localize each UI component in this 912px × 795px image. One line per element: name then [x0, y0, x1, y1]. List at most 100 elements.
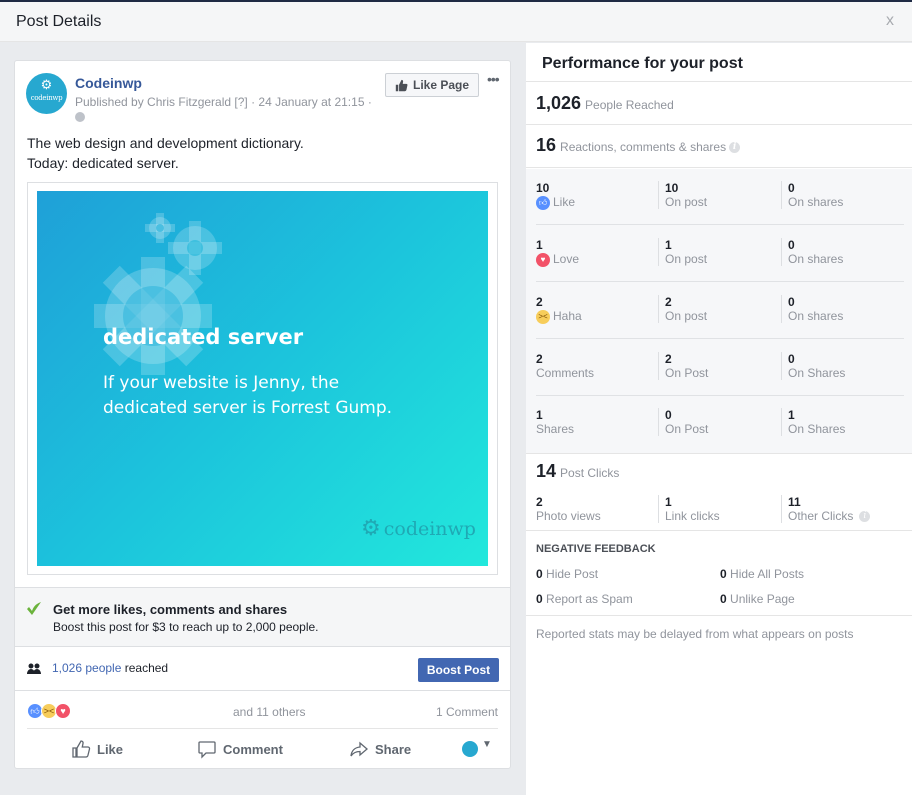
more-options-icon[interactable]: ••• [487, 71, 500, 87]
close-button[interactable]: x [886, 12, 894, 30]
info-icon[interactable]: i [859, 511, 871, 522]
stat-label: Haha [553, 309, 582, 323]
stat-value: 1 [665, 238, 672, 252]
post-text-line: Today: dedicated server. [27, 155, 179, 171]
comment-button[interactable]: Comment [197, 739, 283, 759]
comment-count-link[interactable]: 1 Comment [436, 705, 498, 719]
hide-post-stat: 0 Hide Post [536, 567, 598, 581]
stat-value: 0 [720, 567, 727, 581]
stat-label: Other Clicks [788, 509, 854, 523]
stat-label: On post [665, 309, 708, 323]
performance-title: Performance for your post [542, 55, 743, 72]
post-card: ⚙ codeinwp Codeinwp Published by Chris F… [14, 60, 511, 769]
people-reached-label: People Reached [585, 98, 674, 112]
page-name-link[interactable]: Codeinwp [75, 75, 142, 91]
post-clicks-stat: 14 Post Clicks [536, 461, 619, 482]
globe-icon [75, 112, 85, 122]
like-reaction-icon: 👍︎ [536, 195, 550, 210]
like-button[interactable]: Like [71, 739, 123, 759]
love-on-post: 1 On post [658, 238, 707, 266]
chevron-down-icon[interactable]: ▼ [482, 739, 492, 750]
divider [526, 530, 912, 531]
photo-views: 2 Photo views [536, 495, 601, 523]
post-clicks-value: 14 [536, 461, 557, 481]
share-button[interactable]: Share [349, 739, 411, 759]
gear-icon: ⚙ [40, 78, 53, 93]
like-page-button[interactable]: Like Page [385, 73, 479, 97]
divider [526, 167, 912, 168]
gear-icon: ⚙ [361, 516, 381, 541]
post-clicks-label: Post Clicks [560, 466, 620, 480]
reactions-summary: 👍︎ >< ♥ and 11 others 1 Comment [27, 699, 498, 729]
comment-label: Comment [223, 741, 283, 757]
stat-value: 0 [788, 238, 795, 252]
comments-on-post: 2 On Post [658, 352, 708, 380]
stat-value: 2 [536, 295, 543, 309]
stat-value: 0 [788, 352, 795, 366]
stat-value: 0 [665, 408, 672, 422]
reaction-icons[interactable]: 👍︎ >< ♥ [27, 703, 71, 719]
stat-value: 0 [788, 181, 795, 195]
stat-value: 2 [536, 352, 543, 366]
post-text: The web design and development dictionar… [27, 133, 304, 173]
link-clicks: 1 Link clicks [658, 495, 720, 523]
engagement-breakdown: 10 👍︎ Like 10 On post 0 On shares 1 ♥ Love… [526, 169, 912, 453]
stat-value: 1 [536, 238, 543, 252]
boost-title: Get more likes, comments and shares [53, 602, 288, 617]
stat-label: Love [553, 252, 580, 266]
image-caption-line: dedicated server is Forrest Gump. [103, 398, 393, 418]
dialog-title: Post Details [16, 13, 102, 30]
post-actions: Like Comment Share ▼ [27, 731, 498, 767]
stat-label: On Shares [788, 366, 846, 380]
post-meta: Published by Chris Fitzgerald [?] · 24 J… [75, 95, 372, 109]
haha-reaction-icon: >< [536, 309, 550, 324]
breakdown-row-comments: 2 Comments 2 On Post 0 On Shares [536, 340, 904, 396]
love-on-shares: 0 On shares [781, 238, 843, 266]
stat-value: 0 [536, 567, 543, 581]
stat-label: Link clicks [665, 509, 720, 523]
performance-panel: Performance for your post 1,026 People Re… [526, 43, 912, 795]
checkmark-leaf-icon [27, 602, 41, 615]
hide-all-posts-stat: 0 Hide All Posts [720, 567, 804, 581]
like-total: 10 👍︎ Like [536, 181, 575, 210]
people-reached-value: 1,026 [536, 93, 582, 113]
negative-feedback-title: NEGATIVE FEEDBACK [536, 543, 656, 555]
love-total: 1 ♥ Love [536, 238, 580, 267]
comments-on-shares: 0 On Shares [781, 352, 845, 380]
unlike-page-stat: 0 Unlike Page [720, 592, 795, 606]
page-avatar[interactable]: ⚙ codeinwp [26, 73, 67, 114]
love-reaction-icon: ♥ [536, 252, 550, 267]
boost-post-button[interactable]: Boost Post [418, 658, 499, 682]
comment-bubble-icon [198, 741, 216, 759]
post-image-frame[interactable]: dedicated server If your website is Jenn… [27, 182, 498, 575]
stat-value: 10 [665, 181, 679, 195]
like-page-label: Like Page [412, 78, 470, 92]
shares-total: 1 Shares [536, 408, 574, 436]
stat-label: On post [665, 252, 708, 266]
image-caption-line: If your website is Jenny, the [103, 373, 340, 393]
haha-on-shares: 0 On shares [781, 295, 843, 323]
post-image: dedicated server If your website is Jenn… [37, 191, 488, 566]
stat-value: 0 [720, 592, 727, 606]
stat-value: 0 [788, 295, 795, 309]
shares-on-shares: 1 On Shares [781, 408, 845, 436]
shares-on-post: 0 On Post [658, 408, 708, 436]
divider [526, 124, 912, 125]
stat-label: Unlike Page [726, 592, 795, 606]
reactions-others-link[interactable]: and 11 others [233, 705, 306, 719]
stat-label: Photo views [536, 509, 601, 523]
share-arrow-icon [350, 741, 368, 757]
reach-row: 1,026 people reached Boost Post [15, 647, 510, 691]
boost-subtitle: Boost this post for $3 to reach up to 2,… [53, 620, 319, 634]
stat-value: 2 [665, 352, 672, 366]
info-icon[interactable]: i [729, 142, 741, 153]
comments-total: 2 Comments [536, 352, 594, 380]
post-text-line: The web design and development dictionar… [27, 135, 304, 151]
reach-text: 1,026 people reached [52, 661, 168, 675]
stat-label: On Post [665, 422, 709, 436]
stat-label: On shares [788, 252, 844, 266]
brand-label: codeinwp [383, 517, 476, 540]
engagement-stat: 16 Reactions, comments & shares i [536, 135, 741, 156]
people-reached-link[interactable]: 1,026 people [52, 661, 121, 675]
page-avatar-selector[interactable] [462, 741, 478, 757]
